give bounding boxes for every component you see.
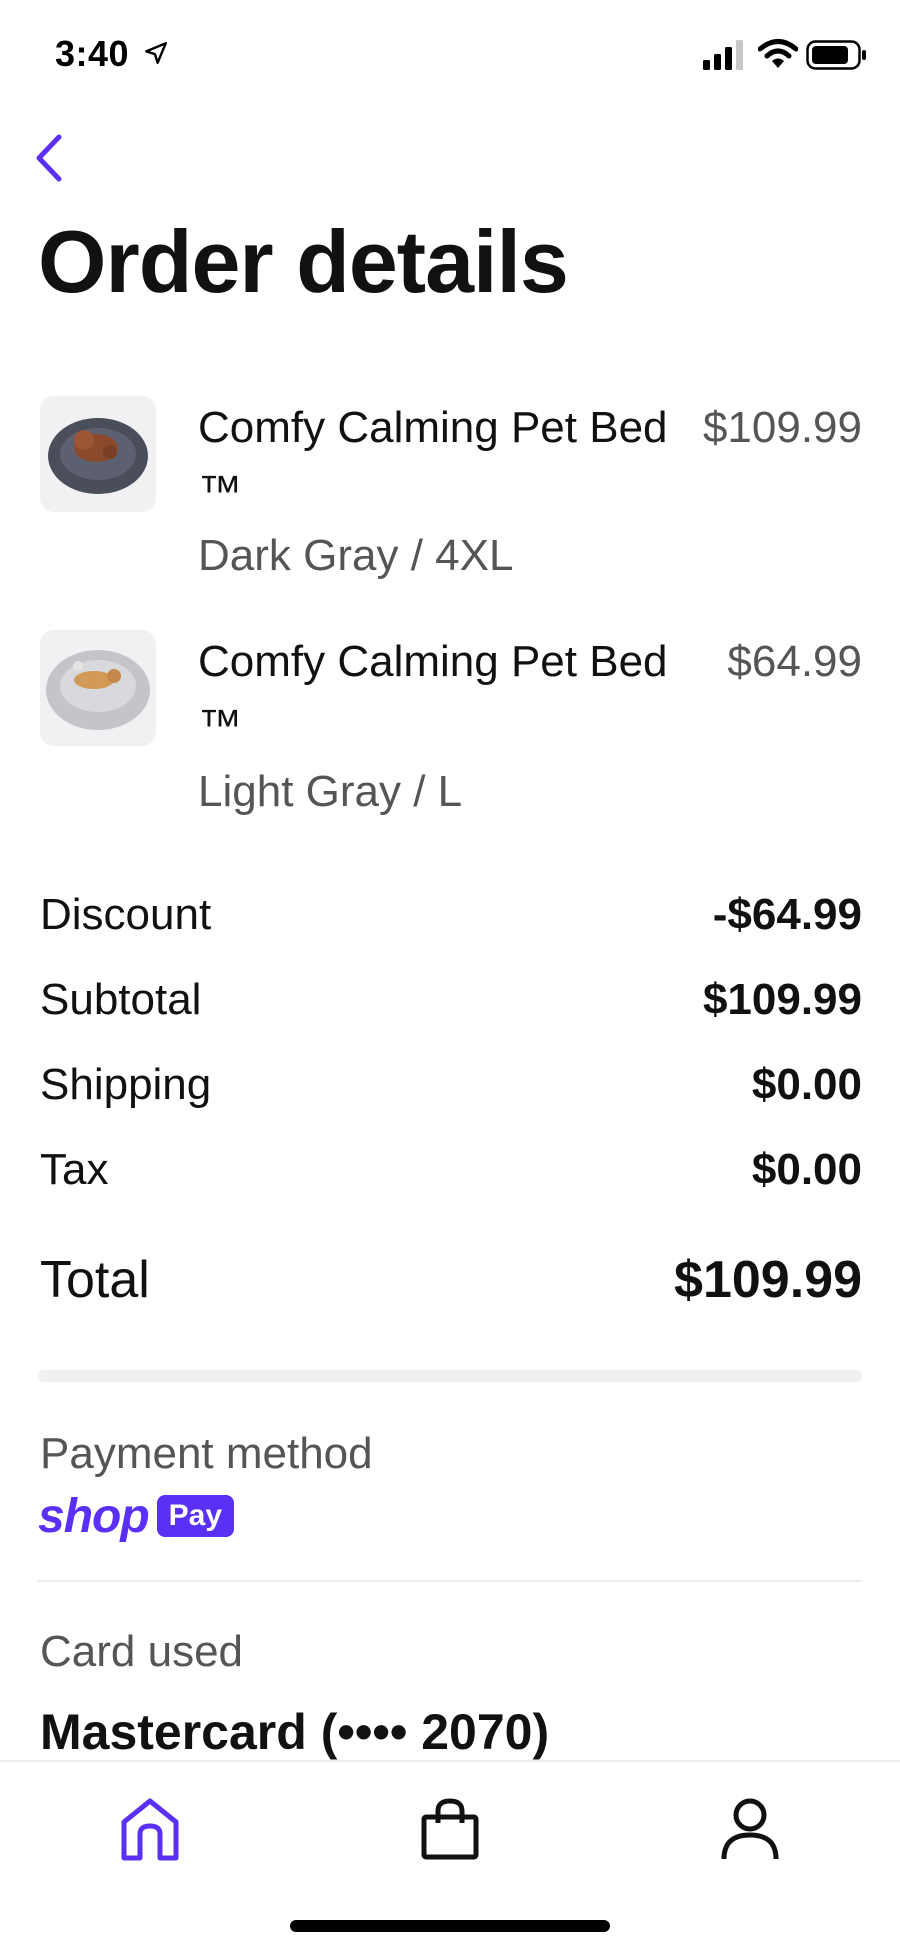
shop-pay-logo: shop Pay [38, 1489, 235, 1543]
item-price: $64.99 [727, 637, 862, 686]
order-item[interactable]: Comfy Calming Pet Bed ™ Light Gray / L $… [40, 630, 862, 830]
discount-value: -$64.99 [712, 890, 862, 939]
payment-method-label: Payment method [40, 1429, 373, 1478]
tab-bar [0, 1760, 900, 1948]
tab-home[interactable] [105, 1784, 195, 1874]
shop-pay-logo-word: shop [38, 1489, 150, 1543]
item-name: Comfy Calming Pet Bed ™ [198, 637, 668, 750]
total-row: Total $109.99 [40, 1245, 862, 1315]
shipping-value: $0.00 [751, 1060, 862, 1109]
tax-value: $0.00 [751, 1145, 862, 1194]
subtotal-label: Subtotal [40, 975, 202, 1024]
shop-pay-logo-badge: Pay [156, 1495, 235, 1537]
tax-label: Tax [40, 1145, 109, 1194]
card-used-label: Card used [40, 1627, 244, 1676]
profile-icon [721, 1798, 779, 1860]
location-arrow-icon [145, 42, 167, 64]
item-price: $109.99 [702, 403, 862, 452]
home-icon [121, 1798, 179, 1861]
cellular-signal-icon [703, 40, 743, 70]
back-button[interactable] [18, 128, 78, 188]
tab-profile[interactable] [705, 1784, 795, 1874]
tab-orders[interactable] [405, 1784, 495, 1874]
item-name: Comfy Calming Pet Bed ™ [198, 403, 668, 516]
order-item[interactable]: Comfy Calming Pet Bed ™ Dark Gray / 4XL … [40, 396, 862, 596]
discount-label: Discount [40, 890, 212, 939]
shipping-label: Shipping [40, 1060, 212, 1109]
light-gray-pet-bed-image [40, 630, 156, 746]
tax-row: Tax $0.00 [40, 1140, 862, 1200]
total-value: $109.99 [674, 1251, 862, 1309]
status-time: 3:40 [55, 33, 130, 74]
subtotal-row: Subtotal $109.99 [40, 970, 862, 1030]
status-bar: 3:40 [0, 0, 900, 110]
item-variant: Dark Gray / 4XL [198, 531, 514, 580]
wifi-icon [758, 39, 798, 68]
chevron-left-icon [36, 134, 62, 182]
section-divider [38, 1370, 862, 1382]
total-label: Total [40, 1251, 150, 1309]
item-variant: Light Gray / L [198, 767, 463, 816]
battery-icon [806, 40, 866, 70]
page-title: Order details [38, 212, 569, 311]
subtotal-value: $109.99 [702, 975, 862, 1024]
discount-row: Discount -$64.99 [40, 885, 862, 945]
shopping-bag-icon [421, 1798, 479, 1860]
shipping-row: Shipping $0.00 [40, 1055, 862, 1115]
home-indicator [290, 1920, 610, 1932]
card-used-value: Mastercard (•••• 2070) [40, 1704, 550, 1760]
dark-gray-pet-bed-image [40, 396, 156, 512]
divider [38, 1580, 862, 1582]
